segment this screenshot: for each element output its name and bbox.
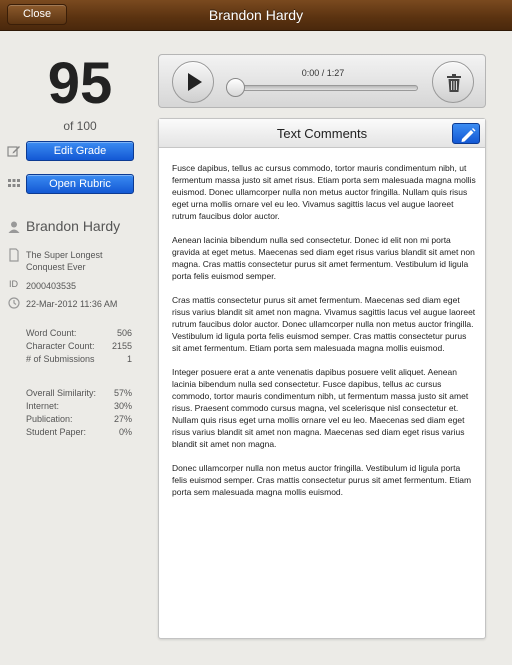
stat-value: 0%: [118, 427, 132, 437]
person-icon: [7, 220, 21, 234]
close-button[interactable]: Close: [7, 4, 67, 25]
count-stats: Word Count: 506 Character Count: 2155 # of S…: [26, 327, 132, 366]
stat-value: 506: [116, 328, 132, 338]
comments-body: Fusce dapibus, tellus ac cursus commodo,…: [172, 162, 477, 510]
text-comments-panel: Text Comments Fusce dapibus, tellus ac c…: [158, 118, 486, 639]
stat-row: Overall Similarity: 57%: [26, 387, 132, 400]
audio-scrubber-track[interactable]: [235, 85, 418, 91]
stat-row: Character Count: 2155: [26, 340, 132, 353]
grid-icon: [7, 177, 21, 191]
stat-label: Internet:: [26, 401, 60, 411]
comment-paragraph: Integer posuere erat a ante venenatis da…: [172, 367, 469, 449]
stat-label: Student Paper:: [26, 427, 87, 437]
stat-label: Character Count:: [26, 341, 95, 351]
stat-label: Publication:: [26, 414, 73, 424]
comments-header: Text Comments: [159, 119, 485, 148]
comment-paragraph: Donec ullamcorper nulla non metus auctor…: [172, 463, 472, 497]
student-name: Brandon Hardy: [26, 218, 121, 234]
stat-row: # of Submissions 1: [26, 353, 132, 366]
edit-grade-button[interactable]: Edit Grade: [26, 141, 134, 161]
pencil-square-icon: [7, 144, 21, 158]
stat-label: Word Count:: [26, 328, 77, 338]
comment-paragraph: Fusce dapibus, tellus ac cursus commodo,…: [172, 163, 476, 221]
stat-row: Publication: 27%: [26, 413, 132, 426]
assignment-title: The Super Longest Conquest Ever: [26, 250, 103, 272]
open-rubric-button[interactable]: Open Rubric: [26, 174, 134, 194]
grade-out-of: of 100: [63, 119, 97, 133]
student-id: 2000403535: [26, 281, 77, 291]
trash-icon: [447, 74, 461, 92]
edit-comments-button[interactable]: [452, 123, 480, 144]
page-title: Brandon Hardy: [208, 7, 304, 23]
audio-player: 0:00 / 1:27: [158, 54, 486, 108]
document-icon: [7, 248, 21, 262]
stat-row: Word Count: 506: [26, 327, 132, 340]
stat-value: 27%: [113, 414, 132, 424]
stat-value: 1: [126, 354, 132, 364]
stat-row: Student Paper: 0%: [26, 426, 132, 439]
stat-value: 57%: [113, 388, 132, 398]
grade-score: 95: [47, 51, 113, 116]
comment-paragraph: Cras mattis consectetur purus sit amet f…: [172, 295, 476, 353]
stat-label: # of Submissions: [26, 354, 95, 364]
comment-paragraph: Aenean lacinia bibendum nulla sed consec…: [172, 235, 475, 281]
stat-value: 30%: [113, 401, 132, 411]
id-label: ID: [9, 279, 18, 289]
clock-icon: [7, 296, 21, 310]
comments-title: Text Comments: [276, 126, 368, 141]
stat-value: 2155: [111, 341, 132, 351]
stat-row: Internet: 30%: [26, 400, 132, 413]
top-bar: Brandon Hardy Close: [0, 0, 512, 31]
similarity-stats: Overall Similarity: 57% Internet: 30% Public…: [26, 387, 132, 439]
pencil-icon: [461, 128, 476, 142]
delete-audio-button[interactable]: [432, 61, 474, 103]
stat-label: Overall Similarity:: [26, 388, 97, 398]
audio-scrubber-handle[interactable]: [226, 78, 245, 97]
submission-date: 22-Mar-2012 11:36 AM: [26, 299, 118, 309]
